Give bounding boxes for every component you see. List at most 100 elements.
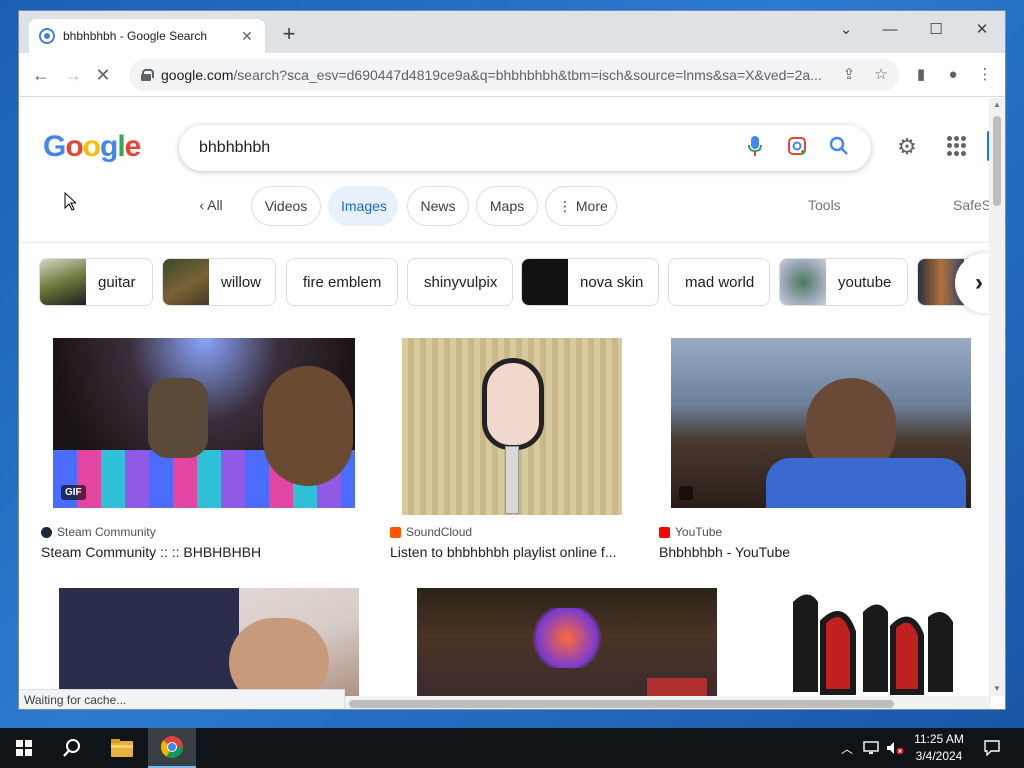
logo-letter: l (117, 130, 125, 163)
filter-label: All (207, 197, 223, 213)
lock-icon[interactable] (141, 69, 154, 81)
minimize-icon[interactable]: — (875, 17, 905, 43)
result-source[interactable]: Steam Community (41, 525, 369, 539)
filter-images[interactable]: Images (328, 186, 398, 226)
gif-badge: GIF (61, 485, 86, 500)
result-title[interactable]: Listen to bhbhbhbh playlist online f... (390, 544, 638, 560)
file-explorer-icon[interactable] (98, 728, 146, 768)
related-chip[interactable]: willow (162, 258, 276, 306)
related-chip[interactable]: youtube (779, 258, 908, 306)
related-chip[interactable]: fire emblem (286, 258, 398, 306)
image-content (263, 366, 353, 486)
microphone-icon[interactable] (743, 136, 767, 160)
related-thumbnail (522, 259, 568, 305)
filter-more[interactable]: ⋮ More (545, 186, 617, 226)
safesearch-button[interactable]: SafeS (953, 197, 991, 213)
result-image[interactable] (757, 576, 987, 696)
google-logo[interactable]: Google (43, 130, 141, 164)
filter-videos[interactable]: Videos (251, 186, 321, 226)
filter-maps[interactable]: Maps (476, 186, 538, 226)
image-content: GIF (53, 338, 355, 508)
bookmark-star-icon[interactable]: ☆ (869, 63, 893, 87)
side-panel-icon[interactable]: ▮ (909, 63, 933, 87)
close-tab-icon[interactable]: ✕ (239, 28, 255, 45)
image-result[interactable] (43, 576, 379, 696)
source-name: Steam Community (57, 525, 156, 539)
browser-tab[interactable]: bhbhbhbh - Google Search ✕ (29, 19, 265, 53)
result-source[interactable]: SoundCloud (390, 525, 638, 539)
profile-icon[interactable]: ● (941, 63, 965, 87)
image-result[interactable]: YouTube Bhbhbhbh - YouTube (659, 331, 987, 560)
image-content (527, 608, 607, 668)
image-content (59, 588, 239, 696)
volume-muted-icon[interactable] (884, 728, 906, 768)
system-clock[interactable]: 11:25 AM 3/4/2024 (904, 731, 974, 765)
image-content (505, 446, 519, 514)
image-content (647, 678, 707, 696)
clock-time: 11:25 AM (914, 732, 964, 746)
address-bar[interactable]: google.com/search?sca_esv=d690447d4819ce… (129, 59, 899, 91)
tools-button[interactable]: Tools (808, 197, 841, 213)
windows-start-icon[interactable] (0, 728, 48, 768)
gear-icon[interactable]: ⚙ (895, 135, 919, 159)
soundcloud-icon (390, 526, 401, 538)
image-content (148, 378, 208, 458)
browser-toolbar: ← → ✕ google.com/search?sca_esv=d690447d… (19, 53, 1005, 97)
source-name: SoundCloud (406, 525, 473, 539)
clock-date: 3/4/2024 (915, 749, 963, 763)
url-text[interactable]: google.com/search?sca_esv=d690447d4819ce… (161, 67, 887, 83)
image-result[interactable]: GIF Steam Community Steam Community :: :… (41, 331, 369, 560)
image-result[interactable] (757, 576, 987, 696)
result-image[interactable] (390, 331, 638, 515)
result-image[interactable] (659, 331, 987, 515)
status-bubble: Waiting for cache... (19, 689, 345, 709)
result-title[interactable]: Bhbhbhbh - YouTube (659, 544, 987, 560)
back-arrow-icon[interactable]: ← (29, 63, 53, 87)
share-icon[interactable]: ⇪ (837, 63, 861, 87)
google-apps-icon[interactable] (947, 136, 967, 156)
search-box[interactable]: bhbhbhbh (179, 125, 871, 171)
related-chip[interactable]: shinyvulpix (407, 258, 513, 306)
related-chip[interactable]: guitar (39, 258, 153, 306)
scrollbar-thumb[interactable] (349, 700, 894, 708)
chevron-down-icon[interactable]: ⌄ (831, 17, 861, 43)
image-content (229, 618, 329, 696)
search-icon[interactable] (48, 728, 96, 768)
scroll-down-icon[interactable]: ▼ (992, 684, 1002, 694)
related-searches: guitar willow fire emblem shinyvulpix no… (39, 258, 991, 306)
stop-loading-icon[interactable]: ✕ (91, 63, 115, 87)
search-icon[interactable] (827, 136, 851, 160)
result-image[interactable]: GIF (41, 331, 369, 515)
maximize-icon[interactable]: ☐ (921, 17, 951, 43)
related-chip[interactable]: nova skin (521, 258, 659, 306)
result-image[interactable] (399, 576, 735, 696)
new-tab-icon[interactable]: + (277, 23, 301, 47)
network-icon[interactable] (860, 728, 882, 768)
result-title[interactable]: Steam Community :: :: BHBHBHBH (41, 544, 369, 560)
image-result[interactable] (399, 576, 735, 696)
image-content (766, 458, 966, 508)
filter-news[interactable]: News (407, 186, 469, 226)
chevron-up-icon[interactable]: ︿ (838, 728, 856, 768)
close-window-icon[interactable]: ✕ (967, 17, 997, 43)
related-label: mad world (685, 273, 755, 291)
menu-kebab-icon[interactable]: ⋮ (973, 63, 997, 87)
tab-strip: bhbhbhbh - Google Search ✕ + ⌄ — ☐ ✕ (19, 11, 1005, 53)
scroll-up-icon[interactable]: ▲ (992, 100, 1002, 110)
scrollbar-thumb[interactable] (993, 116, 1001, 206)
image-result[interactable]: SoundCloud Listen to bhbhbhbh playlist o… (390, 331, 638, 560)
vertical-scrollbar[interactable]: ▲ ▼ (989, 98, 1005, 696)
forward-arrow-icon[interactable]: → (61, 63, 85, 87)
chrome-taskbar-icon[interactable] (148, 728, 196, 768)
image-content (59, 588, 359, 696)
related-chip[interactable]: mad world (668, 258, 770, 306)
result-image[interactable] (43, 576, 379, 696)
filter-all[interactable]: ‹ All (187, 186, 235, 226)
notification-icon[interactable] (980, 728, 1004, 768)
url-host: google.com (161, 67, 234, 83)
result-source[interactable]: YouTube (659, 525, 987, 539)
search-input[interactable]: bhbhbhbh (199, 139, 725, 157)
page-content: Google bhbhbhbh ⚙ ‹ All Videos Images Ne… (19, 98, 991, 696)
lens-camera-icon[interactable] (785, 136, 809, 160)
related-label: fire emblem (303, 273, 382, 291)
